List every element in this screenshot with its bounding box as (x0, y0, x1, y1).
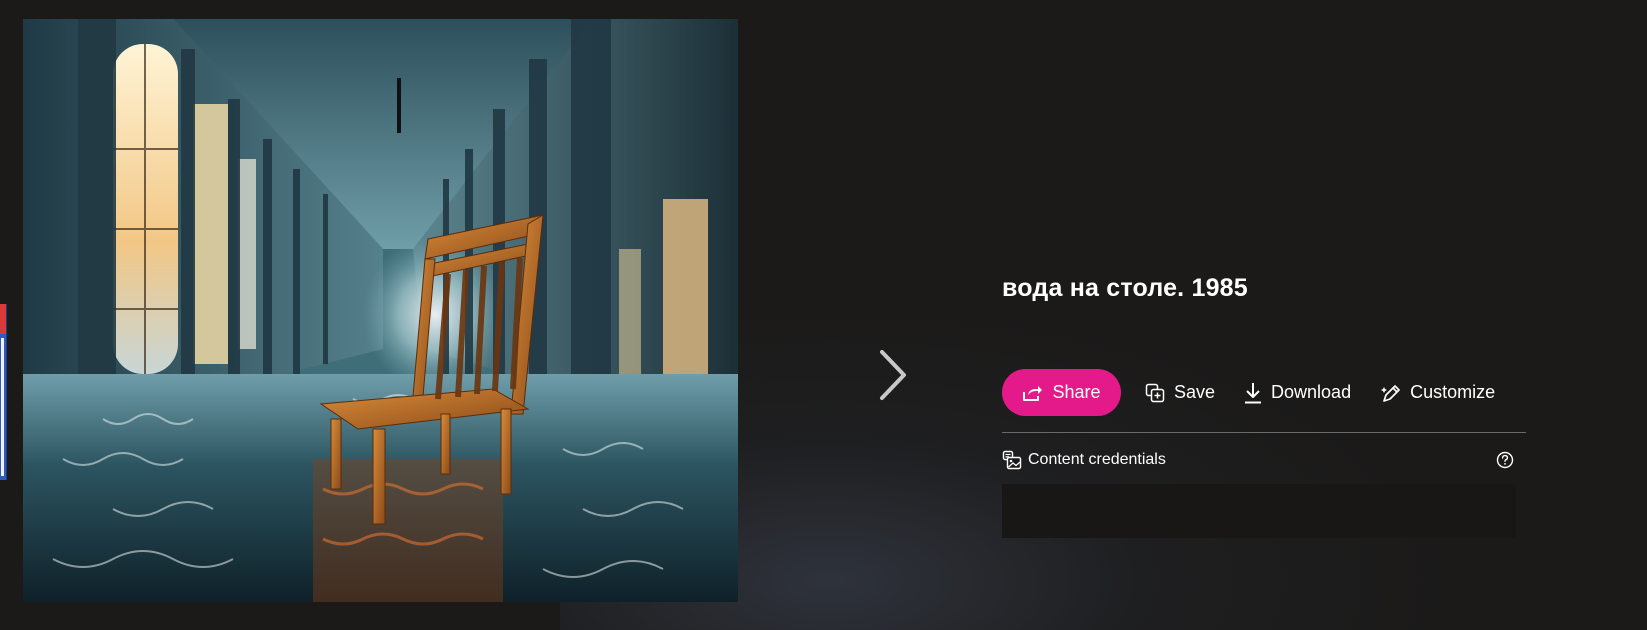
content-credentials-label: Content credentials (1028, 451, 1166, 468)
save-button[interactable]: Save (1145, 382, 1215, 403)
download-label: Download (1271, 382, 1352, 402)
side-panel-edge[interactable] (0, 304, 7, 480)
question-circle-icon[interactable] (1496, 451, 1514, 469)
share-arrow-icon (1023, 385, 1043, 401)
content-credentials-panel (1002, 484, 1516, 538)
content-credentials-row[interactable]: Content credentials (1002, 449, 1514, 471)
customize-label: Customize (1410, 382, 1496, 402)
download-icon (1245, 382, 1262, 403)
add-to-collection-icon (1145, 383, 1165, 402)
side-panel-edge-top (0, 304, 6, 334)
share-button[interactable]: Share (1002, 369, 1121, 416)
content-credentials-icon (1002, 450, 1022, 470)
save-label: Save (1174, 382, 1216, 402)
image-title: вода на столе. 1985 (1002, 274, 1248, 302)
customize-button[interactable]: Customize (1381, 382, 1495, 403)
share-label: Share (1052, 382, 1101, 402)
generated-image[interactable] (23, 19, 738, 602)
download-button[interactable]: Download (1244, 382, 1351, 404)
image-action-bar: Share Save Download Customize (1002, 369, 1495, 416)
divider (1002, 432, 1526, 433)
chevron-right-icon (880, 350, 906, 400)
next-image-button[interactable] (868, 340, 918, 410)
pen-sparkle-icon (1381, 384, 1400, 402)
side-panel-edge-body (1, 338, 4, 476)
